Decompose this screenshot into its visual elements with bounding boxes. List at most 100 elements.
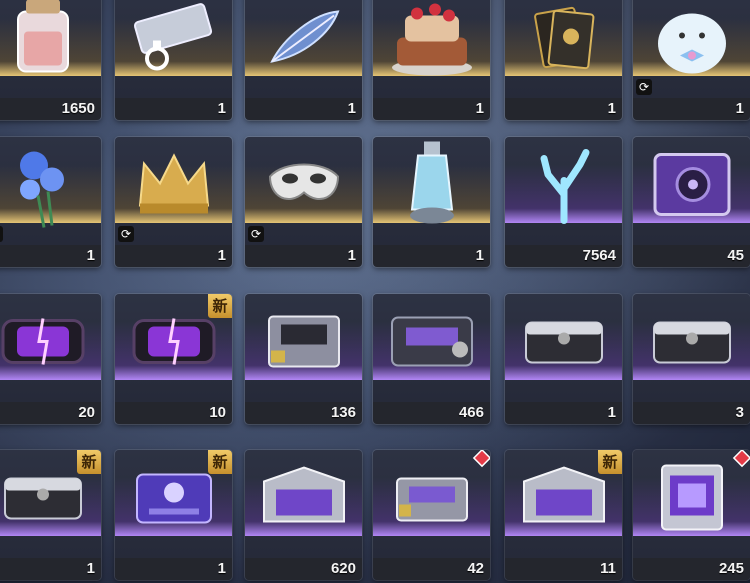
item-quantity: 42 xyxy=(467,560,484,577)
item-quantity: 1 xyxy=(86,560,95,577)
quantity-bar: 620 xyxy=(245,558,362,580)
inventory-slot-masquerade-mask[interactable]: 1 ⟳ xyxy=(245,137,362,267)
item-art xyxy=(0,0,101,98)
time-limited-icon: ⟳ xyxy=(0,226,3,242)
inventory-slot-blue-bouquet[interactable]: 1⟳ xyxy=(0,137,101,267)
inventory-slot-plush-seal[interactable]: 1 ⟳ xyxy=(633,0,750,120)
inventory-slot-purple-case[interactable]: 1新 xyxy=(115,450,232,580)
inventory-slot-purple-capsule[interactable]: 20 xyxy=(0,294,101,424)
quantity-bar: 1 xyxy=(115,245,232,267)
quantity-bar: 11 xyxy=(505,558,622,580)
inventory-slot-silver-chest[interactable]: 11 新 xyxy=(505,450,622,580)
quantity-bar: 1 xyxy=(245,245,362,267)
item-art xyxy=(505,0,622,98)
item-quantity: 1 xyxy=(347,100,356,117)
gray-crate-icon xyxy=(0,464,89,535)
quantity-bar: 1 xyxy=(0,245,101,267)
item-quantity: 20 xyxy=(78,404,95,421)
item-art xyxy=(373,294,490,402)
item-art xyxy=(373,0,490,98)
blue-bouquet-icon xyxy=(8,139,78,234)
quantity-bar: 1 xyxy=(373,245,490,267)
time-limited-icon: ⟳ xyxy=(248,226,264,242)
item-art xyxy=(633,294,750,402)
item-art xyxy=(505,294,622,402)
item-quantity: 11 xyxy=(600,560,616,577)
inventory-slot-potion-vial[interactable]: 1 xyxy=(373,137,490,267)
time-limited-icon: ⟳ xyxy=(118,226,134,242)
quantity-bar: 1 xyxy=(245,98,362,120)
supply-crate-icon xyxy=(259,306,349,381)
item-art xyxy=(373,137,490,245)
quantity-bar: 42 xyxy=(373,558,490,580)
time-limited-icon: ⟳ xyxy=(636,79,652,95)
inventory-slot-card-pack[interactable]: 1 xyxy=(505,0,622,120)
inventory-slot-crystal-coral[interactable]: 7564 xyxy=(505,137,622,267)
inventory-grid: 165011111⟳1⟳1⟳1⟳17564452010新136466131新1新… xyxy=(0,0,750,583)
dark-crate-icon xyxy=(384,305,480,382)
item-quantity: 1 xyxy=(217,560,226,577)
inventory-slot-gray-crate[interactable]: 3 xyxy=(633,294,750,424)
item-quantity: 245 xyxy=(718,560,744,577)
item-quantity: 1 xyxy=(86,247,95,264)
quantity-bar: 1 xyxy=(0,558,101,580)
inventory-slot-blue-feather[interactable]: 1 xyxy=(245,0,362,120)
item-quantity: 3 xyxy=(735,404,744,421)
item-quantity: 45 xyxy=(727,247,744,264)
quantity-bar: 245 xyxy=(633,558,750,580)
quantity-bar: 1 xyxy=(373,98,490,120)
gray-crate-icon xyxy=(646,308,738,379)
item-quantity: 1 xyxy=(607,100,616,117)
quantity-bar: 1 xyxy=(633,98,750,120)
item-quantity: 1 xyxy=(735,100,744,117)
new-item-badge: 新 xyxy=(77,450,101,474)
inventory-slot-purple-capsule[interactable]: 10 新 xyxy=(115,294,232,424)
item-art xyxy=(245,0,362,98)
inventory-slot-small-crate[interactable]: 42 xyxy=(373,450,490,580)
item-quantity: 466 xyxy=(458,404,484,421)
item-quantity: 1 xyxy=(475,247,484,264)
potion-vial-icon xyxy=(402,139,462,234)
inventory-slot-speaker-box[interactable]: 45 xyxy=(633,137,750,267)
new-item-badge: 新 xyxy=(598,450,622,474)
item-art xyxy=(373,450,490,558)
quantity-bar: 3 xyxy=(633,402,750,424)
inventory-slot-gray-crate[interactable]: 1 xyxy=(505,294,622,424)
inventory-slot-glass-cube[interactable]: 245 xyxy=(633,450,750,580)
inventory-slot-ticket[interactable]: 1 xyxy=(115,0,232,120)
ticket-icon xyxy=(131,2,217,77)
item-quantity: 1650 xyxy=(61,100,95,117)
item-art xyxy=(0,137,101,245)
new-item-badge: 新 xyxy=(208,450,232,474)
inventory-slot-gray-crate[interactable]: 1新 xyxy=(0,450,101,580)
inventory-slot-cake[interactable]: 1 xyxy=(373,0,490,120)
item-quantity: 136 xyxy=(330,404,356,421)
new-item-badge: 新 xyxy=(208,294,232,318)
quantity-bar: 7564 xyxy=(505,245,622,267)
gold-crown-icon xyxy=(134,149,214,224)
item-quantity: 1 xyxy=(607,404,616,421)
item-quantity: 7564 xyxy=(582,247,616,264)
item-quantity: 1 xyxy=(475,100,484,117)
gray-crate-icon xyxy=(518,308,610,379)
crystal-coral-icon xyxy=(534,144,594,229)
plush-seal-icon xyxy=(652,0,732,82)
quantity-bar: 1 xyxy=(505,402,622,424)
inventory-slot-salt-jar[interactable]: 1650 xyxy=(0,0,101,120)
quantity-bar: 466 xyxy=(373,402,490,424)
inventory-slot-silver-chest[interactable]: 620 xyxy=(245,450,362,580)
small-crate-icon xyxy=(387,464,477,535)
item-art xyxy=(0,294,101,402)
inventory-slot-dark-crate[interactable]: 466 xyxy=(373,294,490,424)
inventory-slot-supply-crate[interactable]: 136 xyxy=(245,294,362,424)
quantity-bar: 1 xyxy=(115,558,232,580)
glass-cube-icon xyxy=(652,455,732,544)
cake-icon xyxy=(387,0,477,82)
silver-chest-icon xyxy=(256,459,352,540)
item-quantity: 10 xyxy=(209,404,226,421)
item-art xyxy=(633,137,750,245)
inventory-slot-gold-crown[interactable]: 1 ⟳ xyxy=(115,137,232,267)
quantity-bar: 1650 xyxy=(0,98,101,120)
purple-capsule-icon xyxy=(0,306,93,381)
item-quantity: 1 xyxy=(217,247,226,264)
